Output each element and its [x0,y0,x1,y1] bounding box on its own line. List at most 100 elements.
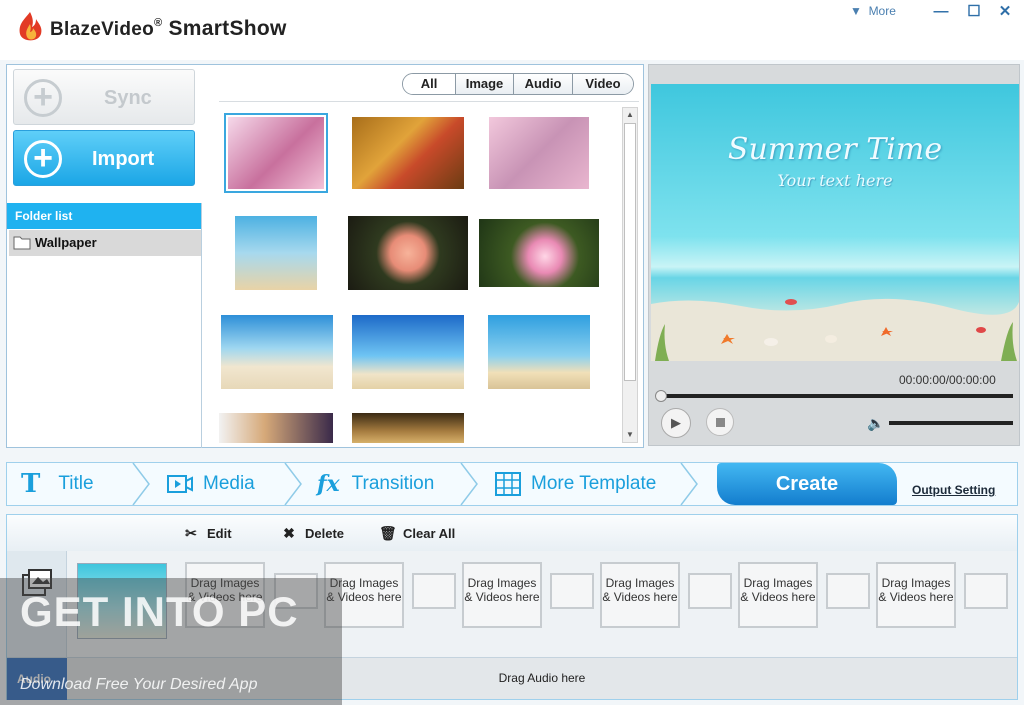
transition-slot[interactable] [412,573,456,609]
edit-button[interactable]: ✂ Edit [183,525,232,542]
step-transition[interactable]: fx Transition [317,463,434,505]
maximize-button[interactable]: ☐ [959,0,989,26]
flame-logo-icon [19,12,42,41]
tab-video[interactable]: Video [572,74,633,94]
play-button[interactable]: ▶ [661,408,691,438]
volume-icon[interactable]: 🔈 [867,415,884,432]
drop-slot[interactable]: Drag Images & Videos here [600,562,680,628]
sync-label: Sync [104,87,152,109]
preview-title-text: Summer Time [727,132,943,167]
chevron-right-icon [680,463,698,505]
watermark-title: GET INTO PC [20,588,299,635]
tab-all[interactable]: All [403,74,455,94]
scroll-thumb[interactable] [624,123,636,381]
media-icon [167,475,193,493]
media-filter-tabs: All Image Audio Video [402,73,634,95]
thumbnail[interactable] [235,216,317,290]
play-icon: ▶ [671,415,681,430]
time-display: 00:00:00/00:00:00 [899,373,996,387]
trash-icon: 🗑 [379,525,397,541]
thumbnail[interactable] [352,117,464,189]
tab-image[interactable]: Image [455,74,513,94]
drop-slot[interactable]: Drag Images & Videos here [462,562,542,628]
folder-list-header: Folder list [7,203,201,229]
plus-icon: + [24,140,62,178]
thumbnail[interactable] [348,216,468,290]
stop-button[interactable] [706,408,734,436]
thumbnail[interactable] [219,413,333,443]
scroll-up-arrow-icon[interactable]: ▲ [623,108,637,122]
edit-label: Edit [207,526,232,541]
chevron-right-icon [460,463,478,505]
clear-all-button[interactable]: 🗑 Clear All [379,525,455,542]
dropdown-arrow-icon: ▼ [850,4,862,18]
tab-audio[interactable]: Audio [513,74,572,94]
thumbnail[interactable] [488,315,590,389]
progress-handle[interactable] [655,390,667,402]
grid-icon [495,472,521,496]
thumbnail[interactable] [221,315,333,389]
step-title[interactable]: T Title [21,463,94,505]
transition-slot[interactable] [826,573,870,609]
scissors-icon: ✂ [185,525,197,541]
title-icon: T [21,469,41,499]
fx-icon: fx [317,471,340,497]
thumbnail[interactable] [352,315,464,389]
more-menu[interactable]: ▼ More [850,4,896,18]
drop-slot[interactable]: Drag Images & Videos here [738,562,818,628]
close-button[interactable]: ✕ [990,0,1020,26]
minimize-button[interactable]: — [926,0,956,26]
media-library-panel: + Sync + Import Folder list Wallpaper Al… [6,64,644,448]
divider [201,203,202,448]
app-title: BlazeVideo® SmartShow [50,17,287,41]
watermark-subtitle: Download Free Your Desired App [20,676,258,693]
transition-slot[interactable] [550,573,594,609]
more-label: More [868,4,896,18]
title-bar: BlazeVideo® SmartShow ▼ More — ☐ ✕ [0,0,1024,60]
delete-x-icon: ✖ [283,525,295,541]
clear-all-label: Clear All [403,526,456,541]
preview-panel: Summer Time Your text here 00:00:00/00:0… [648,64,1020,446]
chevron-right-icon [284,463,302,505]
folder-item-label: Wallpaper [35,235,97,250]
import-label: Import [92,148,155,170]
chevron-right-icon [132,463,150,505]
preview-subtitle-text: Your text here [777,171,893,190]
sync-button[interactable]: + Sync [13,69,195,125]
volume-slider[interactable] [889,421,1013,425]
step-media[interactable]: Media [167,463,255,505]
transition-slot[interactable] [688,573,732,609]
step-more-template[interactable]: More Template [495,463,656,505]
create-button[interactable]: Create [717,463,897,505]
folder-icon [13,236,31,250]
preview-screen: Summer Time Your text here [651,84,1019,361]
scroll-down-arrow-icon[interactable]: ▼ [623,428,637,442]
transition-slot[interactable] [964,573,1008,609]
step-media-label: Media [203,473,255,494]
plus-icon: + [24,79,62,117]
thumbnail[interactable] [224,113,328,193]
brand-name: SmartShow [168,17,287,40]
import-button[interactable]: + Import [13,130,195,186]
folder-item-wallpaper[interactable]: Wallpaper [9,230,201,256]
divider [219,101,639,102]
output-setting-link[interactable]: Output Setting [912,483,995,497]
thumbnail[interactable] [352,413,464,443]
step-transition-label: Transition [351,473,435,494]
brand-prefix: BlazeVideo [50,19,155,40]
beach-scene [651,298,1019,361]
thumbnail[interactable] [479,219,599,287]
timeline-toolbar: ✂ Edit ✖ Delete 🗑 Clear All [7,515,1017,551]
registered-mark: ® [154,17,163,29]
step-more-template-label: More Template [531,473,657,494]
step-title-label: Title [58,473,94,494]
watermark-overlay: GET INTO PC Download Free Your Desired A… [0,578,342,705]
app-window: BlazeVideo® SmartShow ▼ More — ☐ ✕ + Sync… [0,0,1024,705]
scrollbar[interactable]: ▲ ▼ [622,107,638,443]
progress-bar[interactable] [661,394,1013,398]
delete-button[interactable]: ✖ Delete [281,525,344,542]
delete-label: Delete [305,526,345,541]
drop-slot[interactable]: Drag Images & Videos here [876,562,956,628]
thumbnail[interactable] [489,117,589,189]
workflow-step-bar: T Title Media fx Transition More Templat… [6,462,1018,506]
